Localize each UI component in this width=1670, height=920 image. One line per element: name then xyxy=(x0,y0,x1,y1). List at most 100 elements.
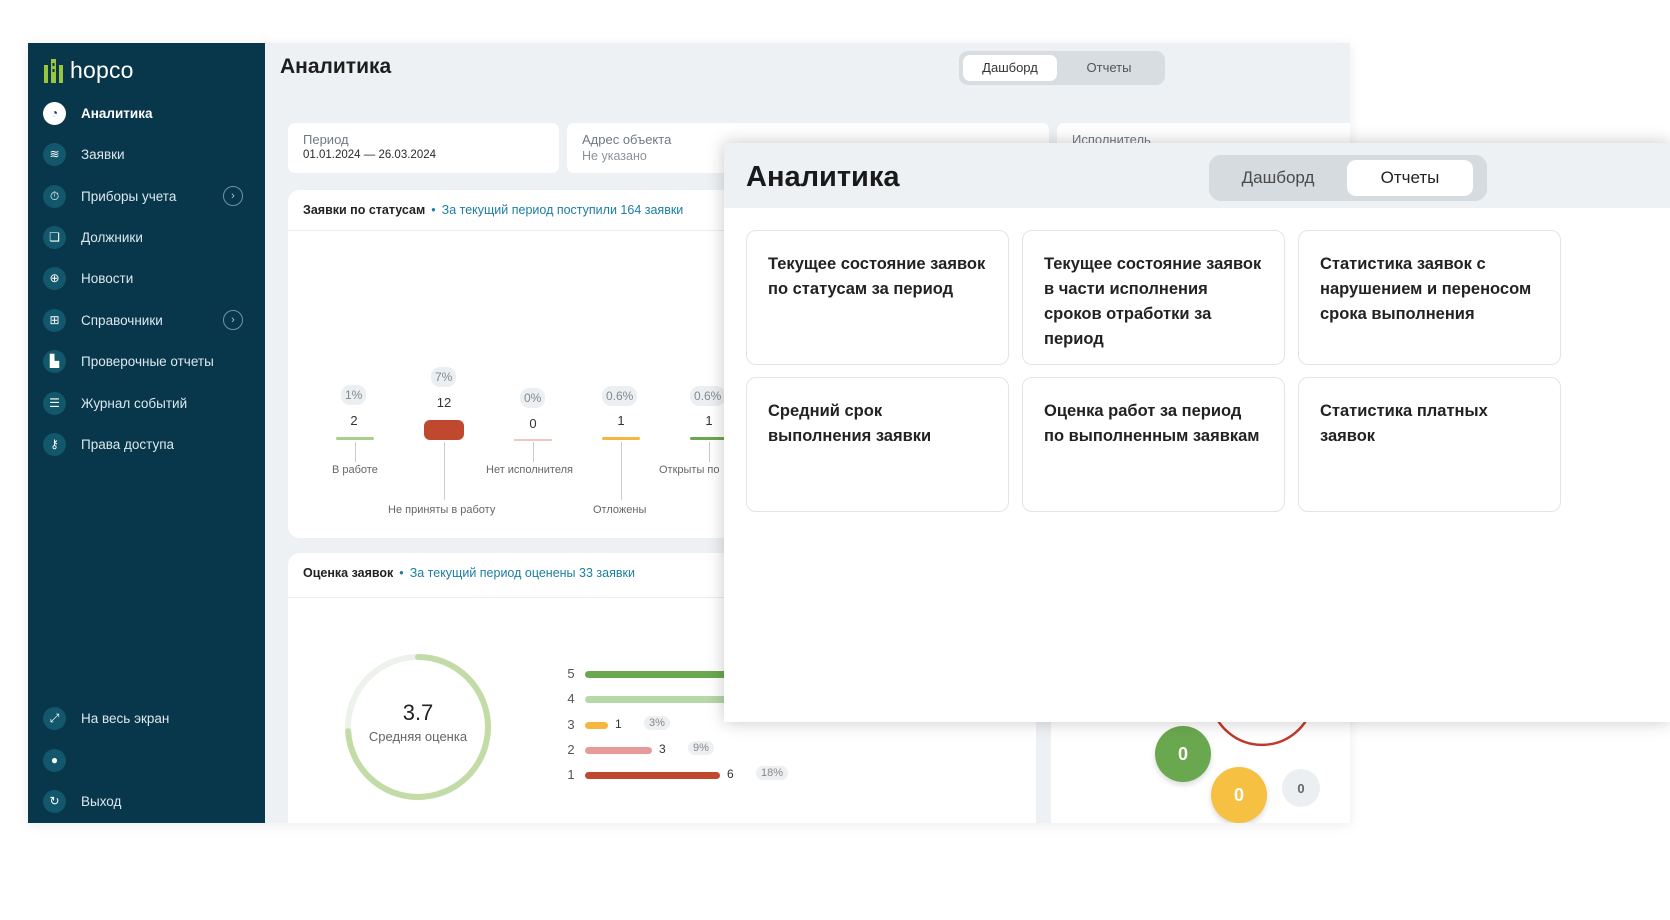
rating-pct: 3% xyxy=(644,716,670,730)
filter-value: 01.01.2024 — 26.03.2024 xyxy=(303,149,437,161)
logout-icon: ↻ xyxy=(43,789,66,813)
sidebar-item-audit-reports[interactable]: ▙ Проверочные отчеты xyxy=(28,341,265,381)
tab-reports[interactable]: Отчеты xyxy=(1347,160,1473,196)
rating-grade: 2 xyxy=(567,742,575,757)
sidebar: hopco ◔ Аналитика ≋ Заявки ⏱ Приборы уче… xyxy=(28,43,265,823)
tab-switcher: Дашборд Отчеты xyxy=(1209,155,1487,201)
sidebar-item-label: Права доступа xyxy=(81,436,175,452)
tab-dashboard[interactable]: Дашборд xyxy=(1215,160,1341,196)
rating-grade: 3 xyxy=(567,717,575,732)
period-filter[interactable]: Период 01.01.2024 — 26.03.2024 xyxy=(288,123,559,173)
filter-label: Период xyxy=(303,132,349,147)
rating-grade: 4 xyxy=(567,691,575,706)
fullscreen-button[interactable]: ⤢ На весь экран xyxy=(28,698,265,738)
report-tile-avg-time[interactable]: Средний срок выполнения заявки xyxy=(746,377,1009,512)
card-subtitle: За текущий период поступили 164 заявки xyxy=(441,203,684,217)
brand-logo[interactable]: hopco xyxy=(42,53,134,87)
fullscreen-icon: ⤢ xyxy=(43,706,66,730)
card-title: Заявки по статусам xyxy=(303,203,426,217)
status-pct: 0.6% xyxy=(602,386,638,406)
sidebar-item-requests[interactable]: ≋ Заявки xyxy=(28,134,265,174)
rating-count: 3 xyxy=(659,742,666,756)
page-title: Аналитика xyxy=(280,55,392,78)
divider xyxy=(288,230,788,231)
average-rating-label: Средняя оценка xyxy=(368,729,468,744)
status-count: 12 xyxy=(436,395,452,410)
rating-grade: 1 xyxy=(567,767,575,782)
report-tile-paid[interactable]: Статистика платных заявок xyxy=(1298,377,1561,512)
sidebar-item-label: Приборы учета xyxy=(81,188,177,204)
status-bar xyxy=(514,439,552,441)
connector-line xyxy=(621,442,622,500)
chart-report-icon: ▙ xyxy=(43,349,66,373)
rating-pct: 18% xyxy=(756,766,789,780)
bubble-grey: 0 xyxy=(1282,769,1320,807)
tab-switcher: Дашборд Отчеты xyxy=(959,51,1165,85)
sidebar-item-debtors[interactable]: ❏ Должники xyxy=(28,217,265,257)
status-bar xyxy=(336,437,374,440)
average-rating-value: 3.7 xyxy=(402,700,434,725)
status-count: 2 xyxy=(350,413,358,428)
profile-button[interactable]: ● xyxy=(28,740,265,780)
sidebar-item-event-log[interactable]: ☰ Журнал событий xyxy=(28,383,265,423)
tab-dashboard[interactable]: Дашборд xyxy=(963,55,1057,81)
separator-dot: • xyxy=(431,203,436,217)
card-header: Оценка заявок • За текущий период оценены … xyxy=(303,566,635,580)
status-label: Открыты по xyxy=(659,464,720,476)
card-header: Заявки по статусам • За текущий период пос… xyxy=(303,203,683,217)
chevron-right-icon[interactable]: › xyxy=(223,186,243,206)
sidebar-item-meters[interactable]: ⏱ Приборы учета › xyxy=(28,176,265,216)
status-count: 0 xyxy=(529,416,537,431)
report-tile-violations[interactable]: Статистика заявок с нарушением и перенос… xyxy=(1298,230,1561,365)
coins-icon: ❏ xyxy=(43,225,66,249)
sidebar-item-news[interactable]: ⊕ Новости xyxy=(28,258,265,298)
separator-dot: • xyxy=(399,566,404,580)
pie-chart-icon: ◔ xyxy=(43,101,66,125)
reports-window: Аналитика Дашборд Отчеты Текущее состоян… xyxy=(724,143,1670,722)
status-label: Нет исполнителя xyxy=(486,464,573,476)
connector-line xyxy=(444,442,445,500)
layers-icon: ≋ xyxy=(43,142,66,166)
brand-name: hopco xyxy=(70,56,134,83)
building-logo-icon xyxy=(44,59,63,83)
connector-line xyxy=(533,442,534,462)
sidebar-item-analytics[interactable]: ◔ Аналитика xyxy=(28,93,265,133)
connector-line xyxy=(355,442,356,462)
sidebar-item-label: Новости xyxy=(81,270,134,286)
key-icon: ⚷ xyxy=(43,432,66,456)
status-card: Заявки по статусам • За текущий период пос… xyxy=(288,190,788,538)
sidebar-item-label: Выход xyxy=(81,793,122,809)
status-pct: 1% xyxy=(341,385,367,405)
report-tile-deadlines[interactable]: Текущее состояние заявок в части исполне… xyxy=(1022,230,1285,365)
rating-bar xyxy=(585,772,720,779)
average-rating-ring xyxy=(345,654,491,800)
sidebar-item-label: Проверочные отчеты xyxy=(81,353,214,369)
card-title: Оценка заявок xyxy=(303,566,394,580)
user-icon: ● xyxy=(43,748,66,772)
tab-reports[interactable]: Отчеты xyxy=(1059,55,1159,81)
status-pct: 0% xyxy=(520,388,546,408)
status-bar xyxy=(424,420,464,440)
globe-icon: ⊕ xyxy=(43,266,66,290)
chevron-right-icon[interactable]: › xyxy=(223,310,243,330)
report-tile-rating[interactable]: Оценка работ за период по выполненным за… xyxy=(1022,377,1285,512)
bubble-green: 0 xyxy=(1155,726,1211,782)
status-bar xyxy=(690,437,728,440)
rating-count: 1 xyxy=(615,717,622,731)
card-subtitle: За текущий период оценены 33 заявки xyxy=(409,566,635,580)
sidebar-item-label: Справочники xyxy=(81,312,163,328)
rating-pct: 9% xyxy=(688,741,714,755)
status-count: 1 xyxy=(617,413,625,428)
sidebar-item-label: Должники xyxy=(81,229,143,245)
status-bar xyxy=(602,437,640,440)
status-label: Не приняты в работу xyxy=(388,504,496,516)
sidebar-item-label: Аналитика xyxy=(81,105,153,121)
status-label: Отложены xyxy=(593,504,647,516)
logout-button[interactable]: ↻ Выход xyxy=(28,781,265,821)
report-tile-status-period[interactable]: Текущее состояние заявок по статусам за … xyxy=(746,230,1009,365)
status-count: 1 xyxy=(705,413,713,428)
sidebar-item-access-rights[interactable]: ⚷ Права доступа xyxy=(28,424,265,464)
sidebar-item-label: Журнал событий xyxy=(81,395,188,411)
sidebar-item-directories[interactable]: ⊞ Справочники › xyxy=(28,300,265,340)
sidebar-item-label: Заявки xyxy=(81,146,125,162)
